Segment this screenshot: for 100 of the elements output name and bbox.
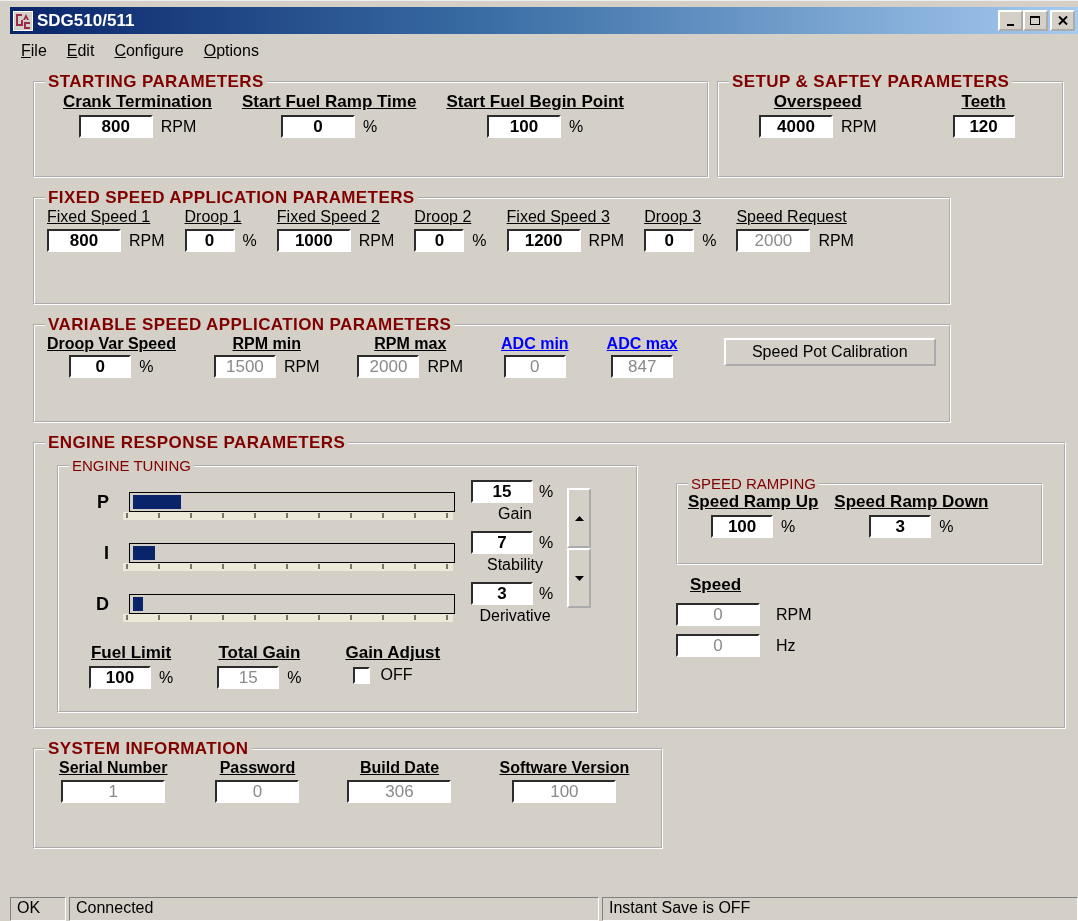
checkbox[interactable] — [353, 666, 371, 684]
unit-label: RPM — [283, 357, 320, 376]
field-label: Droop 3 — [644, 208, 702, 226]
unit-label: % — [781, 517, 796, 536]
field-label: Fuel Limit — [90, 643, 172, 663]
unit-label: % — [139, 357, 154, 376]
group-title: FIXED SPEED APPLICATION PARAMETERS — [47, 188, 416, 208]
unit-label: % — [287, 668, 302, 687]
unit-label: RPM — [427, 357, 464, 376]
unit-label: RPM — [358, 231, 395, 250]
field-label: Total Gain — [218, 643, 301, 663]
number-field[interactable]: 0 — [414, 229, 465, 252]
slider-track[interactable] — [129, 594, 455, 614]
menu-item[interactable]: Options — [203, 42, 259, 60]
field-label: Start Fuel Begin Point — [446, 92, 624, 112]
slider-label: I — [103, 542, 110, 564]
field-label: Speed Ramp Up — [688, 492, 819, 512]
field-label: RPM min — [232, 335, 301, 353]
number-field[interactable]: 100 — [711, 515, 774, 538]
unit-label: RPM — [818, 231, 854, 250]
number-field[interactable]: 1000 — [276, 229, 351, 252]
group-title: STARTING PARAMETERS — [47, 72, 265, 92]
number-field[interactable]: 120 — [952, 115, 1015, 138]
minimize-button[interactable] — [998, 10, 1023, 31]
group-title: SYSTEM INFORMATION — [47, 739, 250, 759]
number-field[interactable]: 0 — [644, 229, 695, 252]
number-field[interactable]: 7 — [471, 531, 533, 554]
number-field[interactable]: 0 — [184, 229, 235, 252]
maximize-icon — [1030, 16, 1041, 26]
unit-label: % — [539, 482, 554, 501]
minimize-icon — [1006, 23, 1015, 26]
unit-label: Hz — [776, 636, 796, 655]
group-title: ENGINE RESPONSE PARAMETERS — [47, 433, 347, 453]
unit-label: % — [539, 533, 554, 552]
field-label: Speed — [690, 575, 743, 595]
unit-label: % — [569, 117, 584, 136]
status-text: Connected — [69, 897, 599, 921]
number-field[interactable]: 4000 — [759, 115, 833, 138]
field-label: Fixed Speed 2 — [276, 208, 380, 226]
unit-label: RPM — [776, 605, 812, 624]
slider-caption: Derivative — [479, 607, 551, 625]
unit-label: % — [472, 231, 487, 250]
slider-track[interactable] — [129, 543, 455, 563]
field-label: Speed Request — [736, 208, 847, 226]
status-text: Instant Save is OFF — [602, 897, 1078, 921]
field-label: Serial Number — [59, 759, 168, 777]
group-title: ENGINE TUNING — [71, 457, 192, 474]
app-icon — [13, 10, 33, 31]
field-label: Teeth — [961, 92, 1006, 112]
up-arrow-icon — [574, 515, 584, 521]
field-label: Gain Adjust — [345, 643, 441, 663]
number-field[interactable]: 3 — [869, 515, 932, 538]
down-arrow-icon — [574, 575, 584, 581]
field-label: Overspeed — [773, 92, 862, 112]
menu-item[interactable]: Edit — [66, 42, 95, 60]
close-button[interactable] — [1050, 10, 1075, 31]
unit-label: % — [159, 668, 174, 687]
field-label: Fixed Speed 1 — [47, 208, 151, 226]
field-label: Fixed Speed 3 — [506, 208, 610, 226]
unit-label: RPM — [841, 117, 877, 136]
field-label: Password — [219, 759, 296, 777]
number-field[interactable]: 800 — [78, 115, 153, 138]
slider-caption: Stability — [487, 556, 543, 574]
unit-label: % — [939, 517, 954, 536]
number-field[interactable]: 1200 — [506, 229, 581, 252]
group-title: SETUP & SAFTEY PARAMETERS — [731, 72, 1011, 92]
menu-item[interactable]: File — [21, 42, 47, 60]
number-field[interactable]: 0 — [281, 115, 356, 138]
unit-label: % — [702, 231, 717, 250]
number-field[interactable]: 100 — [487, 115, 562, 138]
checkbox-label: OFF — [380, 666, 413, 684]
window-title: SDG510/511 — [37, 10, 135, 31]
unit-label: RPM — [588, 231, 625, 250]
field-label: Software Version — [499, 759, 630, 777]
number-field[interactable]: 100 — [89, 666, 151, 689]
slider-label: P — [96, 491, 110, 513]
number-field[interactable]: 800 — [47, 229, 121, 252]
slider-label: D — [95, 593, 110, 615]
field-label: Build Date — [359, 759, 440, 777]
number-field[interactable]: 0 — [69, 355, 132, 378]
field-label: Speed Ramp Down — [834, 492, 989, 512]
close-icon — [1057, 16, 1068, 25]
unit-label: % — [539, 584, 554, 603]
unit-label: RPM — [160, 117, 197, 136]
group-title: VARIABLE SPEED APPLICATION PARAMETERS — [47, 315, 453, 335]
menu-item[interactable]: Configure — [114, 42, 184, 60]
unit-label: % — [363, 117, 378, 136]
field-label: Start Fuel Ramp Time — [241, 92, 417, 112]
group-title: SPEED RAMPING — [690, 475, 818, 492]
slider-track[interactable] — [129, 492, 455, 512]
field-label: RPM max — [374, 335, 447, 353]
slider-caption: Gain — [498, 505, 532, 523]
maximize-button[interactable] — [1023, 10, 1048, 31]
calibration-button[interactable]: Speed Pot Calibration — [723, 338, 936, 366]
number-field[interactable]: 3 — [471, 582, 533, 605]
field-label: Droop 1 — [184, 208, 242, 226]
unit-label: % — [242, 231, 257, 250]
field-label: Droop Var Speed — [47, 335, 176, 353]
unit-label: RPM — [129, 231, 165, 250]
number-field[interactable]: 15 — [471, 480, 533, 503]
